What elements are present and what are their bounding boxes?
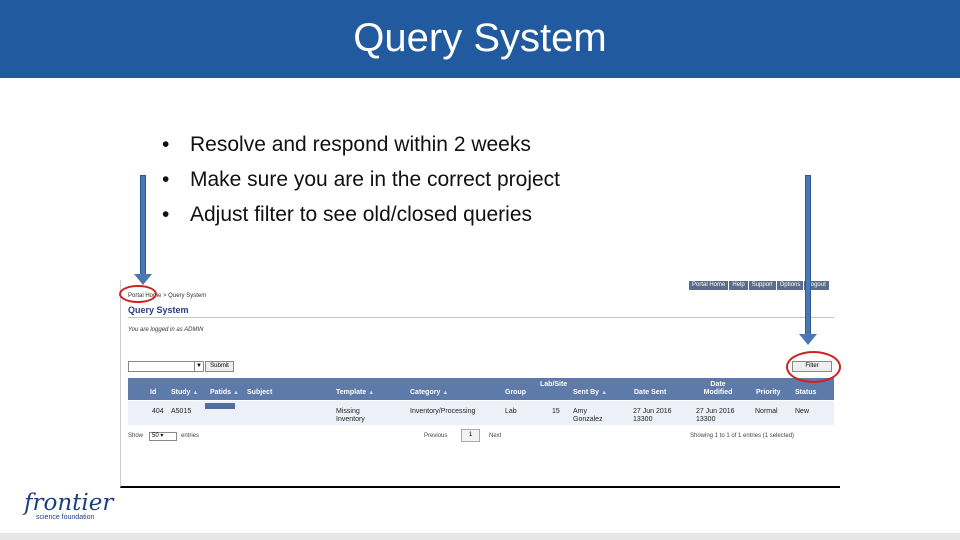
title-bar: Query System bbox=[0, 0, 960, 78]
project-select[interactable]: ▼ bbox=[128, 361, 204, 372]
show-label: Show bbox=[128, 433, 144, 439]
divider bbox=[128, 317, 834, 318]
nav-help[interactable]: Help bbox=[729, 281, 748, 290]
bullet-item: • Make sure you are in the correct projec… bbox=[162, 168, 561, 191]
entries-summary: Showing 1 to 1 of 1 entries (1 selected) bbox=[690, 433, 795, 439]
nav-portal-home[interactable]: Portal Home bbox=[689, 281, 729, 290]
col-subject[interactable]: Subject bbox=[247, 389, 272, 397]
highlight-circle-breadcrumb bbox=[119, 285, 157, 303]
nav-options[interactable]: Options bbox=[776, 281, 804, 290]
page-number[interactable]: 1 bbox=[461, 429, 480, 442]
bottom-band bbox=[0, 533, 960, 540]
bullet-text: Make sure you are in the correct project bbox=[190, 168, 561, 191]
cell-date-modified: 27 Jun 2016 13300 bbox=[696, 408, 735, 423]
col-group[interactable]: Group bbox=[505, 389, 526, 397]
arrow-left-shaft bbox=[140, 175, 146, 275]
cell-sent-by: Amy Gonzalez bbox=[573, 408, 603, 423]
cell-id: 404 bbox=[152, 408, 164, 415]
arrow-down-icon bbox=[134, 274, 152, 285]
col-study[interactable]: Study ▲ bbox=[171, 389, 198, 397]
col-status[interactable]: Status bbox=[795, 389, 816, 397]
previous-button[interactable]: Previous bbox=[424, 433, 447, 439]
cell-category: Inventory/Processing bbox=[410, 408, 476, 415]
slide-title: Query System bbox=[353, 16, 607, 60]
col-id[interactable]: Id bbox=[150, 389, 156, 397]
cell-group: Lab bbox=[505, 408, 517, 415]
login-status: You are logged in as ADMIN bbox=[128, 327, 204, 333]
app-title: Query System bbox=[128, 305, 189, 315]
col-patids[interactable]: Patids ▲ bbox=[210, 389, 239, 397]
col-template[interactable]: Template ▲ bbox=[336, 389, 374, 397]
logo-wordmark: frontier bbox=[24, 490, 114, 516]
highlight-circle-filter bbox=[786, 351, 841, 383]
cell-study: A5015 bbox=[171, 408, 192, 415]
arrow-right-shaft bbox=[805, 175, 811, 335]
cell-status: New bbox=[795, 408, 810, 415]
cell-lab-site: 15 bbox=[552, 408, 560, 415]
cell-date-sent: 27 Jun 2016 13300 bbox=[633, 408, 672, 423]
bullet-text: Adjust filter to see old/closed queries bbox=[190, 203, 533, 226]
arrow-down-icon bbox=[799, 334, 817, 345]
page-size-select[interactable]: 50 ▾ bbox=[149, 432, 177, 441]
col-date-sent[interactable]: Date Sent bbox=[634, 389, 666, 397]
bullet-item: • Resolve and respond within 2 weeks bbox=[162, 133, 531, 156]
submit-button[interactable]: Submit bbox=[205, 361, 234, 372]
cell-priority: Normal bbox=[755, 408, 778, 415]
frontier-logo: frontier science foundation bbox=[24, 490, 114, 522]
chevron-down-icon: ▼ bbox=[194, 362, 203, 371]
nav-support[interactable]: Support bbox=[748, 281, 776, 290]
col-date-modified[interactable]: Date Modified bbox=[701, 381, 735, 397]
entries-label: entries bbox=[181, 433, 200, 439]
bullet-list: • Resolve and respond within 2 weeks • Mak… bbox=[162, 130, 560, 235]
next-button[interactable]: Next bbox=[489, 433, 501, 439]
col-category[interactable]: Category ▲ bbox=[410, 389, 448, 397]
cell-template: Missing Inventory bbox=[336, 408, 365, 423]
patid-link[interactable] bbox=[205, 403, 235, 409]
col-lab-site[interactable]: Lab/Site bbox=[540, 381, 567, 389]
col-priority[interactable]: Priority bbox=[756, 389, 781, 397]
bullet-item: • Adjust filter to see old/closed queries bbox=[162, 203, 533, 226]
bullet-text: Resolve and respond within 2 weeks bbox=[190, 133, 531, 156]
col-sent-by[interactable]: Sent By ▲ bbox=[573, 389, 607, 397]
